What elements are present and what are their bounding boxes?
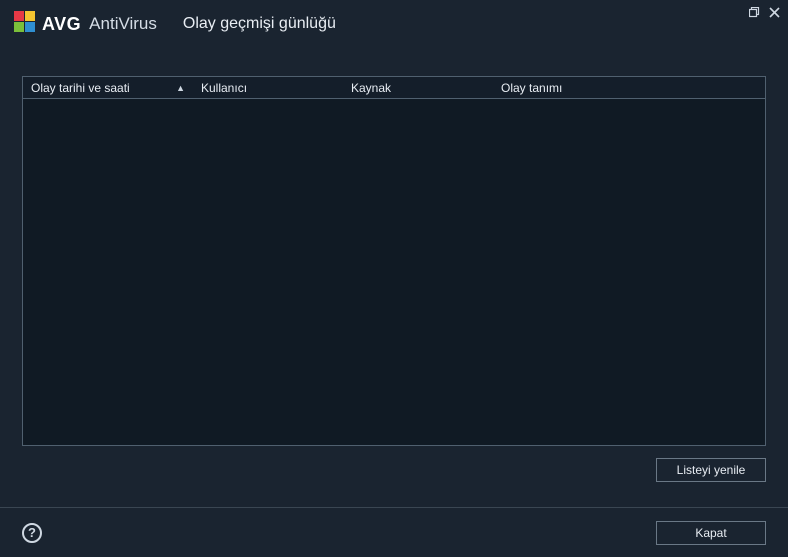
sort-ascending-icon: ▲ (176, 83, 185, 93)
brand-product: AntiVirus (89, 14, 157, 34)
window-title: Olay geçmişi günlüğü (183, 15, 336, 33)
restore-window-icon[interactable] (746, 4, 762, 20)
column-header-source[interactable]: Kaynak (343, 77, 493, 98)
window-controls (746, 4, 782, 20)
close-button[interactable]: Kapat (656, 521, 766, 545)
content-area: Olay tarihi ve saati ▲ Kullanıcı Kaynak … (0, 48, 788, 446)
footer: ? Kapat (0, 507, 788, 557)
column-header-description[interactable]: Olay tanımı (493, 77, 765, 98)
event-list-panel: Olay tarihi ve saati ▲ Kullanıcı Kaynak … (22, 76, 766, 446)
column-label: Kullanıcı (201, 81, 247, 95)
list-header: Olay tarihi ve saati ▲ Kullanıcı Kaynak … (23, 77, 765, 99)
column-header-user[interactable]: Kullanıcı (193, 77, 343, 98)
column-header-datetime[interactable]: Olay tarihi ve saati ▲ (23, 77, 193, 98)
brand-logo: AVG AntiVirus (14, 11, 157, 38)
column-label: Kaynak (351, 81, 391, 95)
avg-logo-icon (14, 11, 36, 38)
column-label: Olay tarihi ve saati (31, 81, 130, 95)
titlebar: AVG AntiVirus Olay geçmişi günlüğü (0, 0, 788, 48)
refresh-list-button[interactable]: Listeyi yenile (656, 458, 766, 482)
help-icon[interactable]: ? (22, 523, 42, 543)
column-label: Olay tanımı (501, 81, 562, 95)
brand-name: AVG (42, 14, 81, 35)
close-window-icon[interactable] (766, 4, 782, 20)
panel-actions: Listeyi yenile (0, 446, 788, 482)
list-body (23, 99, 765, 445)
